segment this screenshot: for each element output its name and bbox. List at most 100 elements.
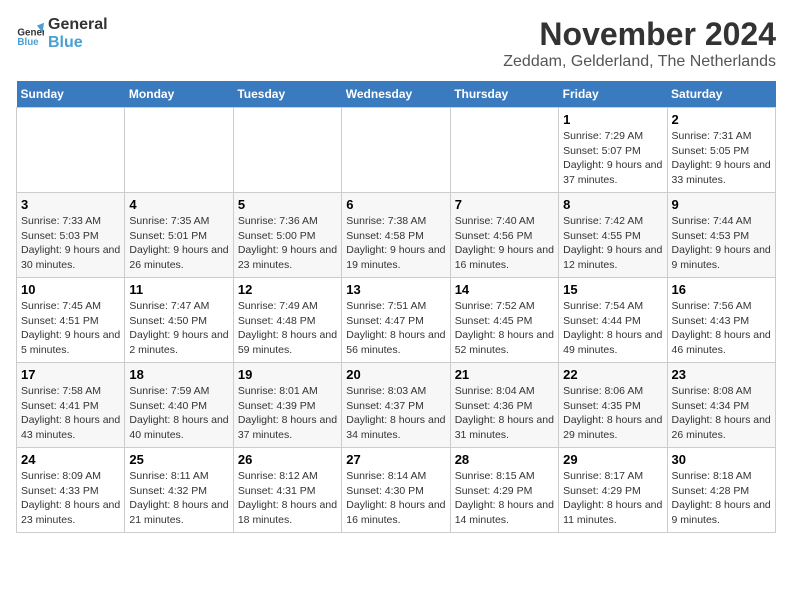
day-info: Sunrise: 7:51 AM Sunset: 4:47 PM Dayligh… — [346, 299, 445, 358]
day-cell: 20 Sunrise: 8:03 AM Sunset: 4:37 PM Dayli… — [342, 363, 450, 448]
day-cell: 3 Sunrise: 7:33 AM Sunset: 5:03 PM Daylig… — [17, 193, 125, 278]
logo: General Blue GeneralBlue — [16, 16, 108, 51]
day-cell — [342, 108, 450, 193]
day-cell: 11 Sunrise: 7:47 AM Sunset: 4:50 PM Dayli… — [125, 278, 233, 363]
day-cell: 28 Sunrise: 8:15 AM Sunset: 4:29 PM Dayli… — [450, 448, 558, 533]
day-number: 13 — [346, 282, 445, 297]
day-number: 23 — [672, 367, 771, 382]
header-row: SundayMondayTuesdayWednesdayThursdayFrid… — [17, 81, 776, 108]
day-info: Sunrise: 8:09 AM Sunset: 4:33 PM Dayligh… — [21, 469, 120, 528]
day-number: 2 — [672, 112, 771, 127]
day-number: 12 — [238, 282, 337, 297]
day-info: Sunrise: 8:17 AM Sunset: 4:29 PM Dayligh… — [563, 469, 662, 528]
day-cell: 27 Sunrise: 8:14 AM Sunset: 4:30 PM Dayli… — [342, 448, 450, 533]
col-header-friday: Friday — [559, 81, 667, 108]
day-number: 19 — [238, 367, 337, 382]
day-number: 20 — [346, 367, 445, 382]
day-cell: 10Sunrise: 7:45 AM Sunset: 4:51 PM Dayli… — [17, 278, 125, 363]
day-info: Sunrise: 8:14 AM Sunset: 4:30 PM Dayligh… — [346, 469, 445, 528]
day-cell: 22Sunrise: 8:06 AM Sunset: 4:35 PM Dayli… — [559, 363, 667, 448]
logo-text: GeneralBlue — [48, 16, 108, 51]
day-cell: 8 Sunrise: 7:42 AM Sunset: 4:55 PM Daylig… — [559, 193, 667, 278]
day-cell: 4 Sunrise: 7:35 AM Sunset: 5:01 PM Daylig… — [125, 193, 233, 278]
col-header-wednesday: Wednesday — [342, 81, 450, 108]
day-info: Sunrise: 7:44 AM Sunset: 4:53 PM Dayligh… — [672, 214, 771, 273]
day-number: 3 — [21, 197, 120, 212]
week-row-2: 3 Sunrise: 7:33 AM Sunset: 5:03 PM Daylig… — [17, 193, 776, 278]
day-number: 9 — [672, 197, 771, 212]
day-number: 24 — [21, 452, 120, 467]
day-cell: 29 Sunrise: 8:17 AM Sunset: 4:29 PM Dayli… — [559, 448, 667, 533]
col-header-saturday: Saturday — [667, 81, 775, 108]
day-number: 8 — [563, 197, 662, 212]
day-cell — [17, 108, 125, 193]
col-header-thursday: Thursday — [450, 81, 558, 108]
day-cell: 23 Sunrise: 8:08 AM Sunset: 4:34 PM Dayli… — [667, 363, 775, 448]
day-info: Sunrise: 7:31 AM Sunset: 5:05 PM Dayligh… — [672, 129, 771, 188]
day-info: Sunrise: 8:11 AM Sunset: 4:32 PM Dayligh… — [129, 469, 228, 528]
day-cell: 30Sunrise: 8:18 AM Sunset: 4:28 PM Dayli… — [667, 448, 775, 533]
day-cell: 25 Sunrise: 8:11 AM Sunset: 4:32 PM Dayli… — [125, 448, 233, 533]
day-info: Sunrise: 7:52 AM Sunset: 4:45 PM Dayligh… — [455, 299, 554, 358]
day-info: Sunrise: 7:47 AM Sunset: 4:50 PM Dayligh… — [129, 299, 228, 358]
day-cell: 7 Sunrise: 7:40 AM Sunset: 4:56 PM Daylig… — [450, 193, 558, 278]
day-info: Sunrise: 7:54 AM Sunset: 4:44 PM Dayligh… — [563, 299, 662, 358]
day-number: 28 — [455, 452, 554, 467]
week-row-5: 24 Sunrise: 8:09 AM Sunset: 4:33 PM Dayli… — [17, 448, 776, 533]
day-info: Sunrise: 8:12 AM Sunset: 4:31 PM Dayligh… — [238, 469, 337, 528]
day-number: 21 — [455, 367, 554, 382]
day-cell: 21 Sunrise: 8:04 AM Sunset: 4:36 PM Dayli… — [450, 363, 558, 448]
month-title: November 2024 — [503, 16, 776, 53]
day-info: Sunrise: 8:04 AM Sunset: 4:36 PM Dayligh… — [455, 384, 554, 443]
day-info: Sunrise: 7:29 AM Sunset: 5:07 PM Dayligh… — [563, 129, 662, 188]
day-info: Sunrise: 7:38 AM Sunset: 4:58 PM Dayligh… — [346, 214, 445, 273]
day-cell — [450, 108, 558, 193]
day-number: 1 — [563, 112, 662, 127]
day-cell: 1 Sunrise: 7:29 AM Sunset: 5:07 PM Daylig… — [559, 108, 667, 193]
day-cell: 17Sunrise: 7:58 AM Sunset: 4:41 PM Dayli… — [17, 363, 125, 448]
week-row-1: 1 Sunrise: 7:29 AM Sunset: 5:07 PM Daylig… — [17, 108, 776, 193]
day-number: 29 — [563, 452, 662, 467]
col-header-tuesday: Tuesday — [233, 81, 341, 108]
day-number: 14 — [455, 282, 554, 297]
col-header-sunday: Sunday — [17, 81, 125, 108]
day-number: 16 — [672, 282, 771, 297]
day-number: 4 — [129, 197, 228, 212]
day-info: Sunrise: 7:56 AM Sunset: 4:43 PM Dayligh… — [672, 299, 771, 358]
day-number: 26 — [238, 452, 337, 467]
day-info: Sunrise: 8:08 AM Sunset: 4:34 PM Dayligh… — [672, 384, 771, 443]
day-info: Sunrise: 7:58 AM Sunset: 4:41 PM Dayligh… — [21, 384, 120, 443]
day-cell: 2 Sunrise: 7:31 AM Sunset: 5:05 PM Daylig… — [667, 108, 775, 193]
header: General Blue GeneralBlue November 2024 Z… — [16, 16, 776, 71]
day-info: Sunrise: 7:33 AM Sunset: 5:03 PM Dayligh… — [21, 214, 120, 273]
day-cell: 19Sunrise: 8:01 AM Sunset: 4:39 PM Dayli… — [233, 363, 341, 448]
day-cell: 5Sunrise: 7:36 AM Sunset: 5:00 PM Daylig… — [233, 193, 341, 278]
day-number: 7 — [455, 197, 554, 212]
day-cell: 6 Sunrise: 7:38 AM Sunset: 4:58 PM Daylig… — [342, 193, 450, 278]
day-cell: 12 Sunrise: 7:49 AM Sunset: 4:48 PM Dayli… — [233, 278, 341, 363]
day-number: 5 — [238, 197, 337, 212]
day-info: Sunrise: 7:35 AM Sunset: 5:01 PM Dayligh… — [129, 214, 228, 273]
day-cell: 14 Sunrise: 7:52 AM Sunset: 4:45 PM Dayli… — [450, 278, 558, 363]
day-info: Sunrise: 7:59 AM Sunset: 4:40 PM Dayligh… — [129, 384, 228, 443]
day-cell: 18Sunrise: 7:59 AM Sunset: 4:40 PM Dayli… — [125, 363, 233, 448]
title-area: November 2024 Zeddam, Gelderland, The Ne… — [503, 16, 776, 71]
logo-icon: General Blue — [16, 20, 44, 48]
day-info: Sunrise: 8:15 AM Sunset: 4:29 PM Dayligh… — [455, 469, 554, 528]
day-cell: 26 Sunrise: 8:12 AM Sunset: 4:31 PM Dayli… — [233, 448, 341, 533]
day-number: 11 — [129, 282, 228, 297]
day-cell: 24 Sunrise: 8:09 AM Sunset: 4:33 PM Dayli… — [17, 448, 125, 533]
day-info: Sunrise: 7:49 AM Sunset: 4:48 PM Dayligh… — [238, 299, 337, 358]
day-info: Sunrise: 7:42 AM Sunset: 4:55 PM Dayligh… — [563, 214, 662, 273]
day-cell: 9 Sunrise: 7:44 AM Sunset: 4:53 PM Daylig… — [667, 193, 775, 278]
svg-text:Blue: Blue — [17, 37, 39, 48]
week-row-4: 17Sunrise: 7:58 AM Sunset: 4:41 PM Dayli… — [17, 363, 776, 448]
day-number: 25 — [129, 452, 228, 467]
day-info: Sunrise: 8:03 AM Sunset: 4:37 PM Dayligh… — [346, 384, 445, 443]
day-info: Sunrise: 7:45 AM Sunset: 4:51 PM Dayligh… — [21, 299, 120, 358]
day-cell — [125, 108, 233, 193]
day-number: 6 — [346, 197, 445, 212]
day-cell: 15Sunrise: 7:54 AM Sunset: 4:44 PM Dayli… — [559, 278, 667, 363]
day-number: 27 — [346, 452, 445, 467]
day-info: Sunrise: 7:40 AM Sunset: 4:56 PM Dayligh… — [455, 214, 554, 273]
